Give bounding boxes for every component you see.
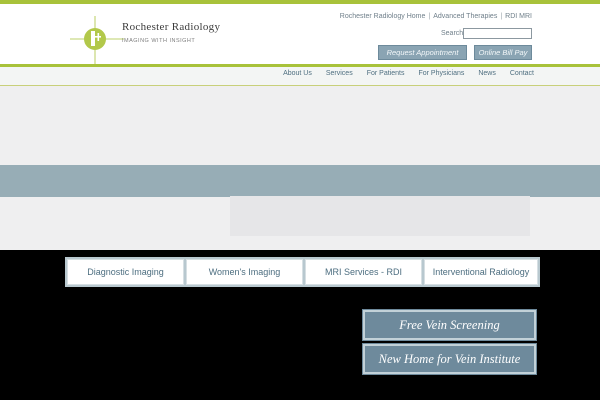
online-bill-pay-button[interactable]: Online Bill Pay xyxy=(474,45,532,60)
utility-link-rdi-mri[interactable]: RDI MRI xyxy=(505,13,532,20)
hero-band xyxy=(0,165,600,197)
nav-item-for-physicians[interactable]: For Physicians xyxy=(411,70,471,77)
nav-item-news[interactable]: News xyxy=(471,70,503,77)
main-nav: About Us Services For Patients For Physi… xyxy=(0,64,600,86)
divider: | xyxy=(428,13,431,20)
accent-strip xyxy=(0,0,600,4)
site-header: Rochester Radiology IMAGING WITH INSIGHT… xyxy=(0,0,600,86)
nav-item-for-patients[interactable]: For Patients xyxy=(360,70,412,77)
divider: | xyxy=(500,13,503,20)
tab-interventional-radiology[interactable]: Interventional Radiology xyxy=(424,259,538,285)
utility-link-advanced-therapies[interactable]: Advanced Therapies xyxy=(433,13,497,20)
search-label: Search: xyxy=(441,30,466,37)
nav-item-contact[interactable]: Contact xyxy=(503,70,534,77)
free-vein-screening-button[interactable]: Free Vein Screening xyxy=(362,309,537,341)
hero-shape xyxy=(230,196,530,236)
service-tabs: Diagnostic Imaging Women's Imaging MRI S… xyxy=(65,257,540,287)
brand-name: Rochester Radiology xyxy=(122,21,221,33)
vein-institute-button[interactable]: New Home for Vein Institute xyxy=(362,343,537,375)
search-input[interactable] xyxy=(463,28,532,39)
utility-link-home[interactable]: Rochester Radiology Home xyxy=(340,13,426,20)
request-appointment-button[interactable]: Request Appointment xyxy=(378,45,467,60)
tab-womens-imaging[interactable]: Women's Imaging xyxy=(186,259,303,285)
hero-banner xyxy=(0,86,600,250)
utility-links: Rochester Radiology Home | Advanced Therap… xyxy=(340,13,532,20)
nav-item-services[interactable]: Services xyxy=(319,70,360,77)
nav-item-about-us[interactable]: About Us xyxy=(276,70,319,77)
tab-diagnostic-imaging[interactable]: Diagnostic Imaging xyxy=(67,259,184,285)
brand-tagline: IMAGING WITH INSIGHT xyxy=(122,38,196,44)
tab-mri-services-rdi[interactable]: MRI Services - RDI xyxy=(305,259,422,285)
nav-list: About Us Services For Patients For Physi… xyxy=(276,70,534,77)
